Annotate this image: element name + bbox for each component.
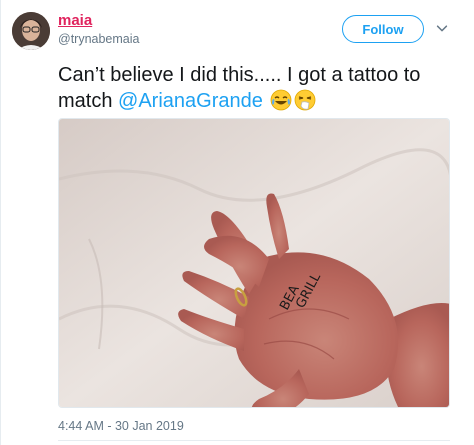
tweet-photo[interactable]: BEA GRILL: [58, 118, 450, 408]
face-with-tears-of-joy-icon: [270, 89, 292, 111]
avatar[interactable]: [12, 12, 50, 50]
tweet-card: maia @trynabemaia Follow Can’t believe I…: [0, 0, 474, 445]
sneezing-face-icon: [294, 89, 316, 111]
chevron-down-icon[interactable]: [434, 20, 450, 36]
divider: [58, 440, 450, 441]
hand-tattoo-photo: BEA GRILL: [59, 119, 449, 407]
avatar-image: [12, 12, 50, 50]
card-border: [0, 0, 1, 445]
mention-link[interactable]: @ArianaGrande: [118, 90, 263, 112]
tweet-timestamp[interactable]: 4:44 AM - 30 Jan 2019: [58, 419, 184, 433]
display-name[interactable]: maia: [58, 12, 92, 29]
user-handle[interactable]: @trynabemaia: [58, 32, 139, 46]
tweet-text: Can’t believe I did this..... I got a ta…: [58, 62, 458, 114]
follow-button[interactable]: Follow: [342, 15, 424, 43]
